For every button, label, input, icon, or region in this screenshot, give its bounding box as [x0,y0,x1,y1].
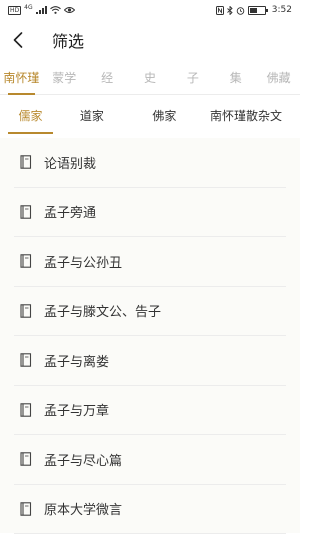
back-button[interactable] [8,28,28,52]
alarm-icon [236,6,245,15]
hd-badge: HD [8,6,21,15]
book-icon [20,352,34,368]
page-title: 筛选 [52,28,84,52]
list-item[interactable]: 原本大学微言 [14,485,286,534]
bluetooth-icon [227,6,233,15]
chevron-left-icon [13,32,23,48]
list-item[interactable]: 孟子与尽心篇 [14,435,286,485]
sub-tabs: 儒家 道家 佛家 南怀瑾散杂文 [0,100,300,134]
wifi-icon [50,6,61,14]
list-item[interactable]: 孟子与万章 [14,386,286,436]
book-icon [20,204,34,220]
subtab-rujia[interactable]: 儒家 [6,100,55,134]
status-time: 3:52 [272,5,292,15]
tab-fozang[interactable]: 佛藏 [257,64,300,94]
book-title: 孟子旁通 [44,202,96,221]
status-bar-left: HD 4G [8,6,75,15]
status-bar: HD 4G 3:52 [0,0,300,20]
tab-jing[interactable]: 经 [86,64,129,94]
category-tabs: 南怀瑾 蒙学 经 史 子 集 佛藏 [0,64,300,95]
tab-mengxue[interactable]: 蒙学 [43,64,86,94]
book-icon [20,402,34,418]
list-item[interactable]: 孟子与滕文公、告子 [14,287,286,337]
book-title: 孟子与公孙丑 [44,252,122,271]
tab-shi[interactable]: 史 [129,64,172,94]
book-title: 论语别裁 [44,153,96,172]
tab-zi[interactable]: 子 [171,64,214,94]
book-title: 孟子与滕文公、告子 [44,301,161,320]
subtab-fojia[interactable]: 佛家 [141,100,188,134]
network-type: 4G [24,4,32,11]
book-icon [20,451,34,467]
subtab-daojia[interactable]: 道家 [59,100,125,134]
book-title: 孟子与万章 [44,400,109,419]
eye-icon [64,6,75,14]
book-title: 原本大学微言 [44,499,122,518]
list-item[interactable]: 论语别裁 [14,138,286,188]
tab-ji[interactable]: 集 [214,64,257,94]
battery-icon [248,6,266,15]
book-icon [20,303,34,319]
list-item[interactable]: 孟子与公孙丑 [14,237,286,287]
list-item[interactable]: 孟子旁通 [14,188,286,238]
signal-icon [36,6,47,14]
list-item[interactable]: 孟子与离娄 [14,336,286,386]
book-icon [20,253,34,269]
nfc-icon [216,6,224,15]
book-list: 论语别裁 孟子旁通 孟子与公孙丑 孟子与滕文公、告子 孟子与离娄 孟子与万章 [0,138,300,533]
book-icon [20,501,34,517]
book-icon [20,154,34,170]
subtab-sanzawen[interactable]: 南怀瑾散杂文 [198,100,294,134]
header: 筛选 [0,22,300,58]
book-title: 孟子与离娄 [44,351,109,370]
status-bar-right: 3:52 [216,5,292,15]
book-title: 孟子与尽心篇 [44,450,122,469]
tab-nanhuaijin[interactable]: 南怀瑾 [0,64,43,94]
